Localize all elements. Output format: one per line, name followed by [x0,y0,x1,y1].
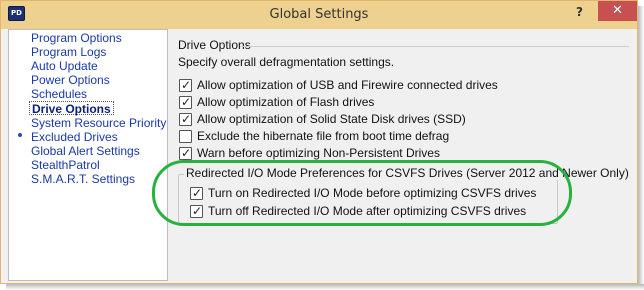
sidebar-item-schedules[interactable]: Schedules [31,87,87,101]
group-divider [240,46,629,47]
window-shadow-right [638,6,644,290]
exclude-hibernate-checkbox[interactable] [179,130,192,143]
option-label: Allow optimization of USB and Firewire c… [197,78,498,92]
ssd-drives-checkbox[interactable] [179,112,192,126]
selected-bullet-icon [18,133,22,137]
sidebar-item-global-alert-settings[interactable]: Global Alert Settings [31,144,140,158]
window-shadow-bottom [6,284,644,290]
sidebar-item-smart-settings[interactable]: S.M.A.R.T. Settings [31,172,135,186]
sidebar-item-excluded-drives[interactable]: Excluded Drives [31,130,118,144]
usb-firewire-checkbox[interactable] [179,78,192,92]
green-highlight-annotation [152,160,572,226]
sidebar-item-drive-options[interactable]: Drive Options [29,101,114,116]
close-button[interactable]: ✕ [598,1,637,21]
sidebar-item-stealthpatrol[interactable]: StealthPatrol [31,158,100,172]
settings-nav-sidebar: Program Options Program Logs Auto Update… [8,29,168,281]
sidebar-item-program-options[interactable]: Program Options [31,31,122,45]
panel-description: Specify overall defragmentation settings… [178,55,395,69]
sidebar-item-program-logs[interactable]: Program Logs [31,45,106,59]
window-title: Global Settings [269,7,369,22]
sidebar-item-power-options[interactable]: Power Options [31,73,110,87]
close-icon: ✕ [612,3,623,18]
drive-options-panel: Drive Options Specify overall defragment… [171,29,633,281]
help-button[interactable]: ? [576,5,583,19]
option-label: Allow optimization of Flash drives [197,95,375,109]
warn-non-persistent-checkbox[interactable] [179,146,192,160]
title-bar[interactable]: PD Global Settings ? ✕ [1,1,637,29]
option-label: Allow optimization of Solid State Disk d… [197,112,466,126]
global-settings-window: PD Global Settings ? ✕ Program Options P… [0,0,638,284]
option-label: Exclude the hibernate file from boot tim… [197,129,450,143]
sidebar-item-auto-update[interactable]: Auto Update [31,59,98,73]
flash-drives-checkbox[interactable] [179,95,192,109]
sidebar-item-system-resource-priority[interactable]: System Resource Priority [31,116,166,130]
option-label: Warn before optimizing Non-Persistent Dr… [197,146,440,160]
group-title: Drive Options [178,38,251,52]
